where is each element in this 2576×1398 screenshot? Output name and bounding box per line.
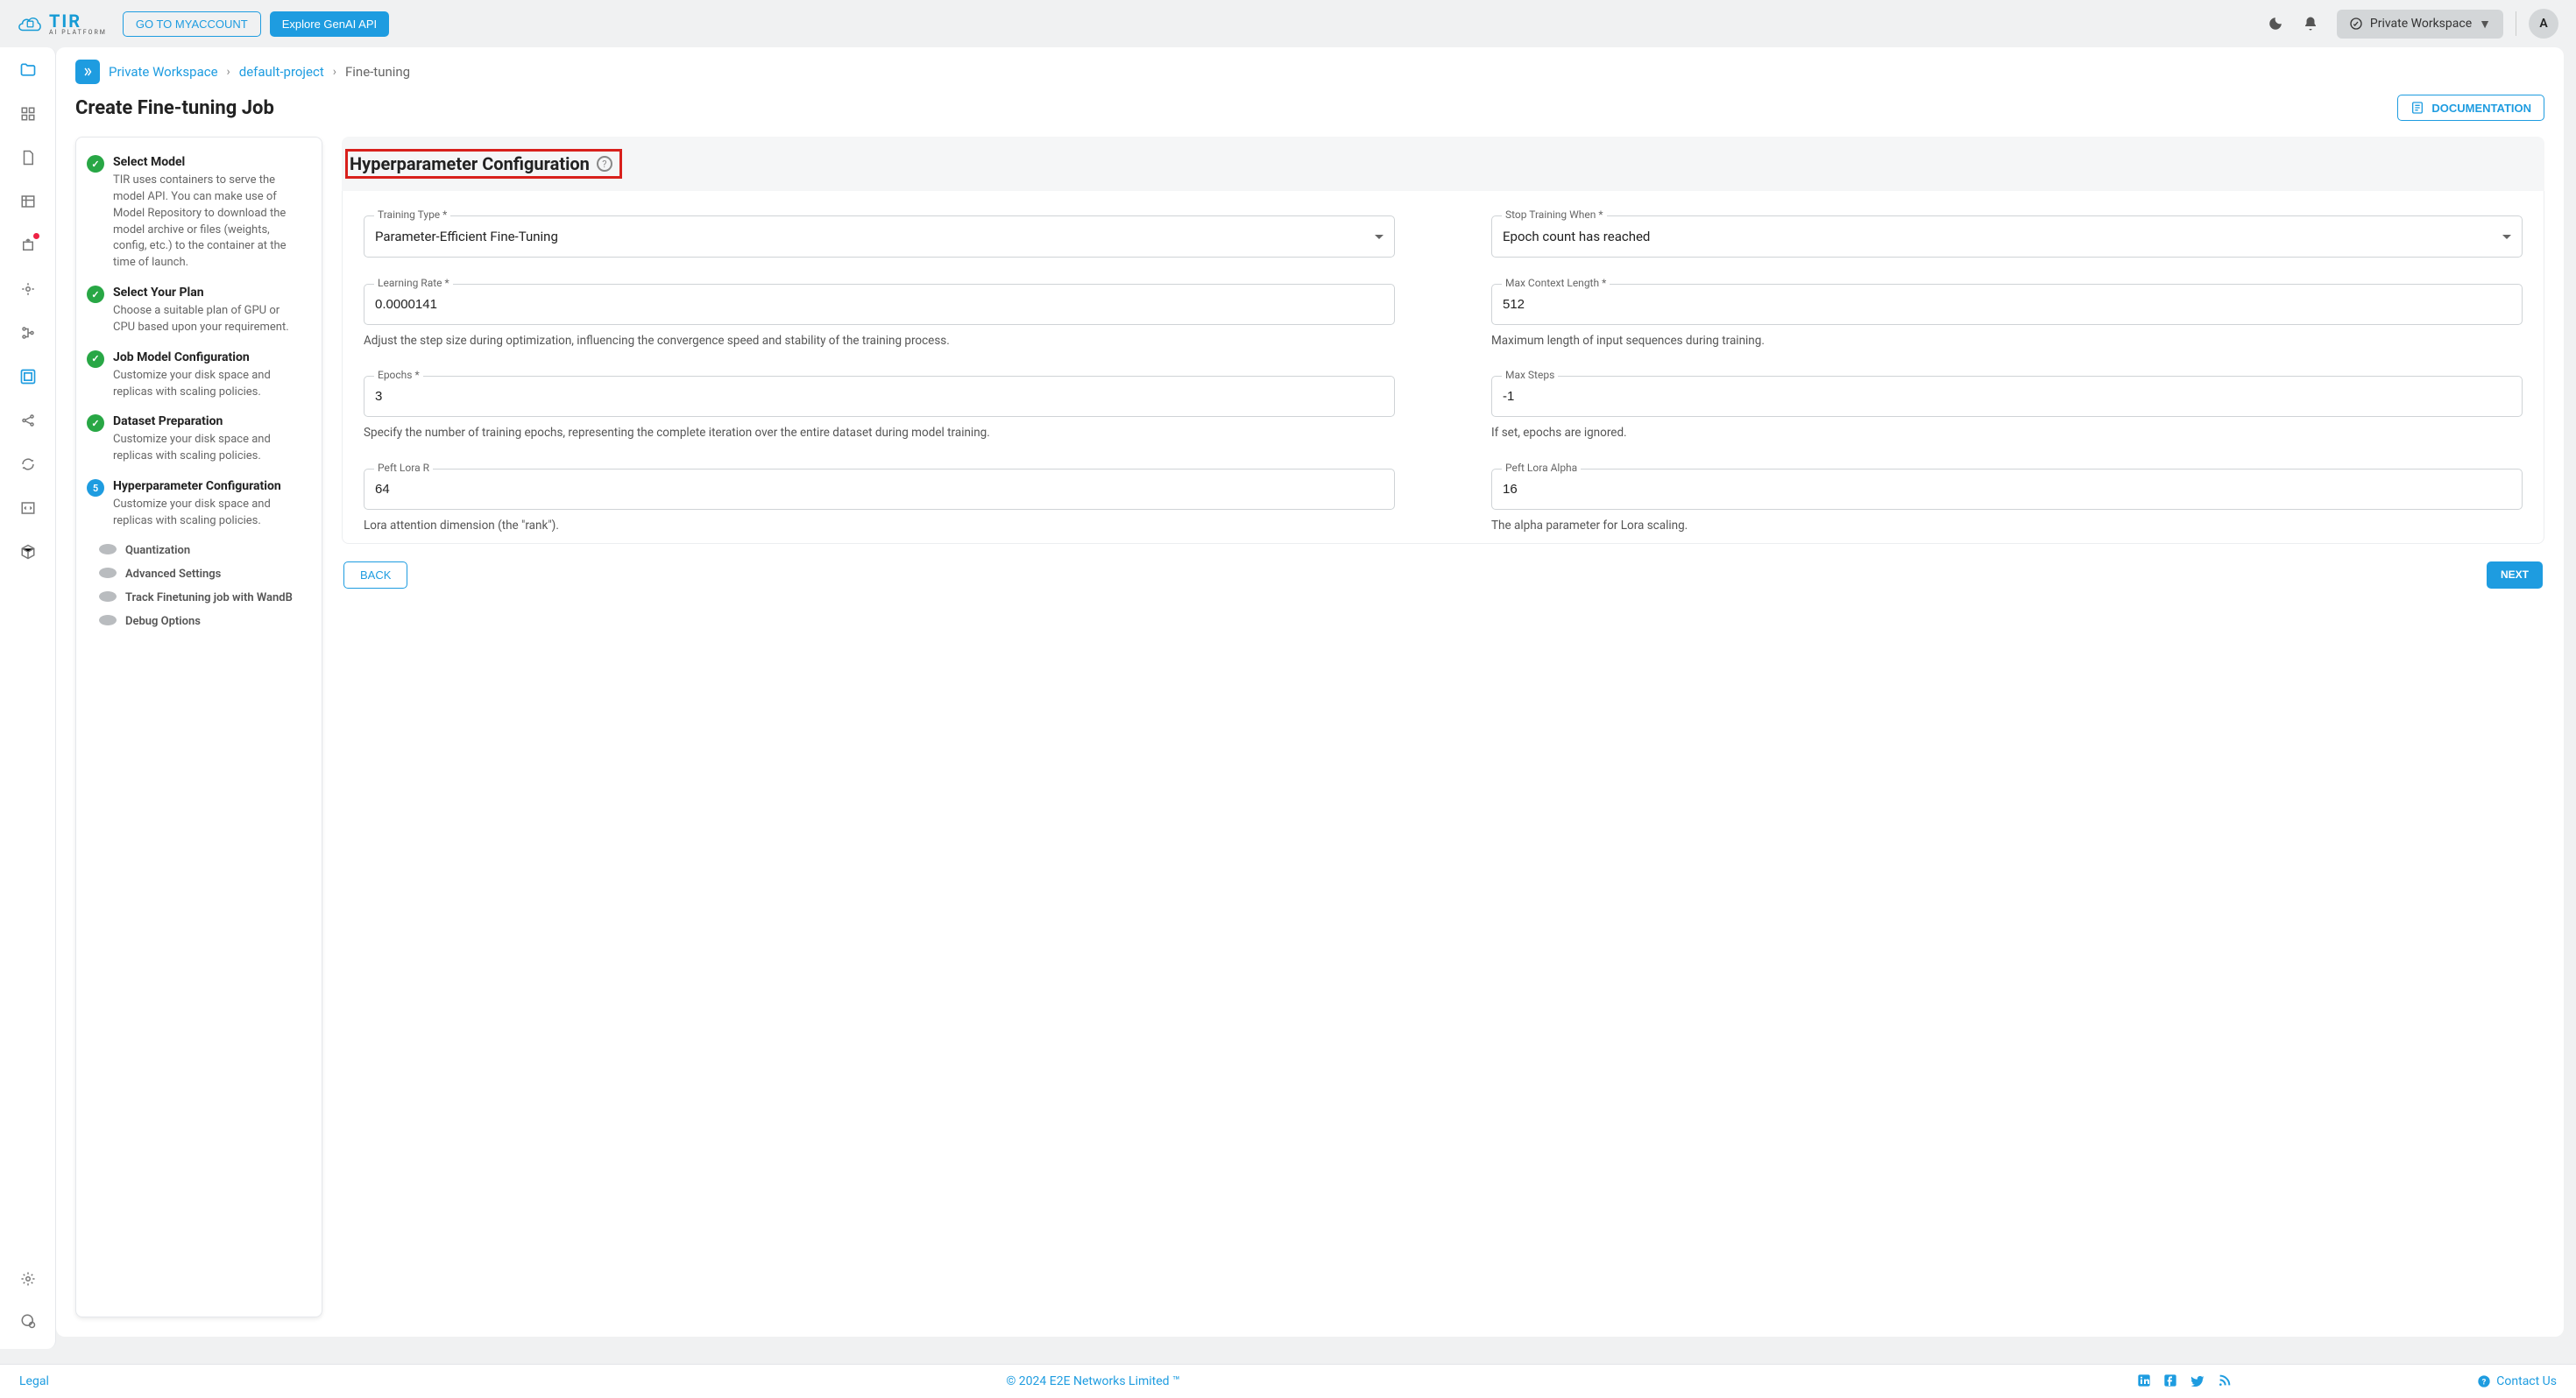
- rail-cube-icon[interactable]: [12, 536, 44, 568]
- social-icons: [2137, 1373, 2232, 1389]
- twitter-icon[interactable]: [2190, 1373, 2205, 1389]
- documentation-button[interactable]: DOCUMENTATION: [2397, 95, 2544, 121]
- rss-icon[interactable]: [2218, 1373, 2232, 1389]
- form-panel: Hyperparameter Configuration ? Training …: [342, 137, 2544, 1317]
- field-learning-rate: Learning Rate * Adjust the step size dur…: [364, 284, 1395, 350]
- step-select-plan[interactable]: ✓ Select Your Plan Choose a suitable pla…: [83, 282, 308, 347]
- step-select-model[interactable]: ✓ Select Model TIR uses containers to se…: [83, 152, 308, 282]
- form-heading-highlight: Hyperparameter Configuration ?: [345, 149, 622, 179]
- notification-bell-icon[interactable]: [2298, 11, 2323, 36]
- breadcrumb: Private Workspace › default-project › Fi…: [56, 47, 2564, 91]
- dot-icon: [99, 568, 117, 578]
- chevron-down-icon: [1375, 235, 1384, 239]
- legal-link[interactable]: Legal: [19, 1374, 49, 1388]
- rail-finetune-icon[interactable]: [12, 361, 44, 392]
- facebook-icon[interactable]: [2163, 1373, 2177, 1389]
- logo-subtext: AI PLATFORM: [49, 30, 107, 36]
- check-icon: ✓: [87, 414, 104, 432]
- field-training-type: Training Type * Parameter-Efficient Fine…: [364, 215, 1395, 258]
- rail-code-icon[interactable]: [12, 492, 44, 524]
- step-number-icon: 5: [87, 479, 104, 497]
- page-title: Create Fine-tuning Job: [75, 97, 274, 119]
- workspace-label: Private Workspace: [2370, 17, 2472, 31]
- workspace-selector[interactable]: Private Workspace ▼: [2337, 10, 2503, 39]
- copyright: © 2024 E2E Networks Limited ™: [49, 1374, 2137, 1388]
- stepper-panel: ✓ Select Model TIR uses containers to se…: [75, 137, 322, 1317]
- rail-pipeline-icon[interactable]: [12, 317, 44, 349]
- substep-advanced[interactable]: Advanced Settings: [83, 564, 308, 588]
- contact-link[interactable]: ? Contact Us: [2477, 1374, 2557, 1388]
- breadcrumb-current: Fine-tuning: [345, 64, 410, 80]
- field-epochs: Epochs * Specify the number of training …: [364, 376, 1395, 441]
- rail-sync-icon[interactable]: [12, 448, 44, 480]
- dark-mode-icon[interactable]: [2263, 11, 2288, 36]
- field-lora-alpha: Peft Lora Alpha The alpha parameter for …: [1491, 469, 2523, 534]
- logo[interactable]: TIR AI PLATFORM: [18, 12, 107, 36]
- cloud-icon: [18, 14, 44, 33]
- main-panel: Private Workspace › default-project › Fi…: [56, 47, 2564, 1337]
- go-to-myaccount-button[interactable]: GO TO MYACCOUNT: [123, 11, 261, 37]
- lora-alpha-input[interactable]: [1491, 469, 2523, 510]
- step-hyperparam[interactable]: 5 Hyperparameter Configuration Customize…: [83, 476, 308, 540]
- sidebar-rail: [0, 47, 56, 1349]
- max-steps-input[interactable]: [1491, 376, 2523, 417]
- explore-genai-button[interactable]: Explore GenAI API: [270, 11, 389, 37]
- chevron-right-icon: [81, 66, 94, 78]
- lora-alpha-help: The alpha parameter for Lora scaling.: [1491, 517, 2523, 534]
- substep-debug[interactable]: Debug Options: [83, 611, 308, 635]
- avatar[interactable]: A: [2529, 9, 2558, 39]
- dot-icon: [99, 591, 117, 602]
- step-job-config[interactable]: ✓ Job Model Configuration Customize your…: [83, 347, 308, 412]
- check-icon: ✓: [87, 350, 104, 368]
- max-context-help: Maximum length of input sequences during…: [1491, 332, 2523, 350]
- field-stop-when: Stop Training When * Epoch count has rea…: [1491, 215, 2523, 258]
- back-button[interactable]: BACK: [343, 561, 407, 589]
- dot-icon: [99, 615, 117, 625]
- chevron-down-icon: ▼: [2479, 17, 2491, 32]
- step-dataset-prep[interactable]: ✓ Dataset Preparation Customize your dis…: [83, 411, 308, 476]
- logo-text: TIR: [49, 12, 107, 30]
- stop-when-select[interactable]: Epoch count has reached: [1491, 215, 2523, 258]
- check-icon: ✓: [87, 286, 104, 303]
- breadcrumb-project[interactable]: default-project: [239, 64, 324, 80]
- rail-dashboard-icon[interactable]: [12, 98, 44, 130]
- next-button[interactable]: NEXT: [2487, 561, 2543, 589]
- workspace-icon: [2349, 17, 2363, 31]
- rail-folder-icon[interactable]: [12, 54, 44, 86]
- rail-settings-icon[interactable]: [12, 1263, 44, 1295]
- max-context-input[interactable]: [1491, 284, 2523, 325]
- doc-icon: [2410, 101, 2424, 115]
- svg-text:?: ?: [2482, 1377, 2487, 1387]
- topbar: TIR AI PLATFORM GO TO MYACCOUNT Explore …: [0, 0, 2576, 47]
- field-max-steps: Max Steps If set, epochs are ignored.: [1491, 376, 2523, 441]
- breadcrumb-toggle[interactable]: [75, 60, 100, 84]
- rail-document-icon[interactable]: [12, 142, 44, 173]
- help-icon[interactable]: ?: [597, 156, 612, 172]
- learning-rate-help: Adjust the step size during optimization…: [364, 332, 1395, 350]
- rail-deploy-icon[interactable]: [12, 229, 44, 261]
- chevron-down-icon: [2502, 235, 2511, 239]
- breadcrumb-workspace[interactable]: Private Workspace: [109, 64, 218, 80]
- form-heading: Hyperparameter Configuration: [350, 153, 590, 174]
- check-icon: ✓: [87, 155, 104, 173]
- epochs-help: Specify the number of training epochs, r…: [364, 424, 1395, 441]
- rail-globe-icon[interactable]: [12, 1305, 44, 1337]
- field-max-context: Max Context Length * Maximum length of i…: [1491, 284, 2523, 350]
- lora-r-help: Lora attention dimension (the "rank").: [364, 517, 1395, 534]
- learning-rate-input[interactable]: [364, 284, 1395, 325]
- rail-share-icon[interactable]: [12, 405, 44, 436]
- dot-icon: [99, 544, 117, 554]
- epochs-input[interactable]: [364, 376, 1395, 417]
- site-footer: Legal © 2024 E2E Networks Limited ™ ? Co…: [0, 1364, 2576, 1398]
- max-steps-help: If set, epochs are ignored.: [1491, 424, 2523, 441]
- linkedin-icon[interactable]: [2137, 1373, 2151, 1389]
- rail-table-icon[interactable]: [12, 186, 44, 217]
- substep-quantization[interactable]: Quantization: [83, 540, 308, 564]
- lora-r-input[interactable]: [364, 469, 1395, 510]
- field-lora-r: Peft Lora R Lora attention dimension (th…: [364, 469, 1395, 534]
- substep-wandb[interactable]: Track Finetuning job with WandB: [83, 588, 308, 611]
- help-icon: ?: [2477, 1374, 2491, 1388]
- rail-model-icon[interactable]: [12, 273, 44, 305]
- training-type-select[interactable]: Parameter-Efficient Fine-Tuning: [364, 215, 1395, 258]
